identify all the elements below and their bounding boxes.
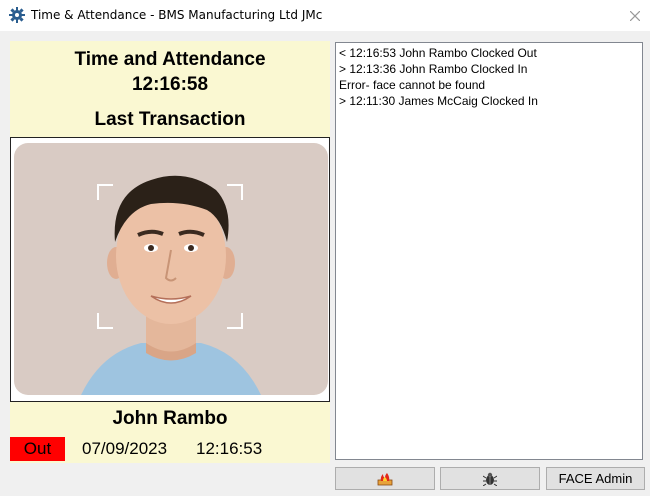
panel-title: Time and Attendance <box>74 49 266 70</box>
transaction-time: 12:16:53 <box>196 439 263 458</box>
bug-icon <box>483 472 497 486</box>
fire-button[interactable] <box>335 467 435 490</box>
event-log[interactable]: < 12:16:53 John Rambo Clocked Out > 12:1… <box>335 42 643 460</box>
person-name: John Rambo <box>112 408 228 429</box>
last-transaction-heading: Last Transaction <box>94 109 246 130</box>
log-line: > 12:13:36 John Rambo Clocked In <box>339 62 528 76</box>
transaction-date: 07/09/2023 <box>82 439 168 458</box>
fire-icon <box>377 472 393 485</box>
face-photo <box>10 137 330 402</box>
app-gear-icon <box>9 7 25 23</box>
log-line: Error- face cannot be found <box>339 78 486 92</box>
bug-button[interactable] <box>440 467 540 490</box>
close-button[interactable] <box>620 0 650 31</box>
current-time: 12:16:58 <box>131 74 209 95</box>
window-title: Time & Attendance - BMS Manufacturing Lt… <box>31 8 323 22</box>
close-icon <box>630 10 640 21</box>
title-bar: Time & Attendance - BMS Manufacturing Lt… <box>0 0 650 31</box>
face-admin-button[interactable]: FACE Admin <box>546 467 645 490</box>
log-line: < 12:16:53 John Rambo Clocked Out <box>339 46 537 60</box>
last-transaction-panel: Time and Attendance 12:16:58 Last Transa… <box>10 41 330 463</box>
status-badge: Out <box>10 437 65 461</box>
log-line: > 12:11:30 James McCaig Clocked In <box>339 94 538 108</box>
